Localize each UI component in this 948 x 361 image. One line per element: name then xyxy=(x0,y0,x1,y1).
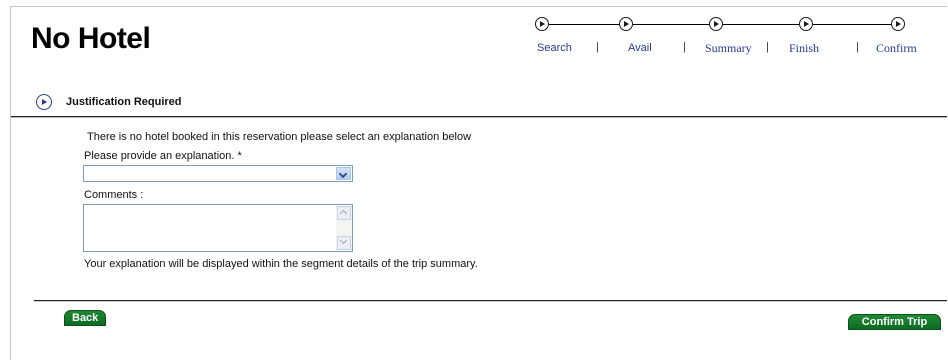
step-separator: | xyxy=(766,41,769,53)
step-summary-label: Summary xyxy=(705,41,752,55)
step-separator: | xyxy=(856,41,859,53)
step-separator: | xyxy=(683,41,686,53)
step-connector xyxy=(813,24,891,25)
scroll-up-icon[interactable] xyxy=(337,206,351,220)
step-search-icon xyxy=(535,17,549,31)
step-avail-icon xyxy=(619,17,633,31)
comments-label: Comments : xyxy=(84,189,144,201)
section-title: Justification Required xyxy=(66,96,182,108)
play-circle-icon xyxy=(36,94,52,110)
step-confirm-icon xyxy=(891,17,905,31)
step-confirm-label: Confirm xyxy=(876,41,917,55)
page-title: No Hotel xyxy=(31,22,151,55)
section-header: Justification Required xyxy=(36,94,947,114)
explanation-label: Please provide an explanation. * xyxy=(84,150,242,162)
scroll-down-icon[interactable] xyxy=(337,236,351,250)
explanation-note: Your explanation will be displayed withi… xyxy=(84,258,478,270)
section-divider xyxy=(11,116,947,118)
step-finish-label: Finish xyxy=(789,41,820,55)
back-button[interactable]: Back xyxy=(64,310,106,326)
step-separator: | xyxy=(596,41,599,53)
footer-divider xyxy=(34,300,947,302)
step-finish-icon xyxy=(799,17,813,31)
chevron-down-icon[interactable] xyxy=(336,167,351,180)
step-connector xyxy=(723,24,799,25)
explanation-select[interactable] xyxy=(83,165,353,182)
progress-stepper: Search | Avail | Summary | Finish | Conf… xyxy=(530,13,930,63)
step-avail-label: Avail xyxy=(628,42,652,54)
step-summary-icon xyxy=(709,17,723,31)
step-search-label: Search xyxy=(537,42,572,54)
intro-text: There is no hotel booked in this reserva… xyxy=(87,131,472,143)
comments-scrollbar[interactable] xyxy=(336,205,352,251)
step-connector xyxy=(549,24,619,25)
confirm-trip-button[interactable]: Confirm Trip xyxy=(848,314,941,330)
step-connector xyxy=(633,24,709,25)
comments-textarea[interactable] xyxy=(83,204,353,252)
